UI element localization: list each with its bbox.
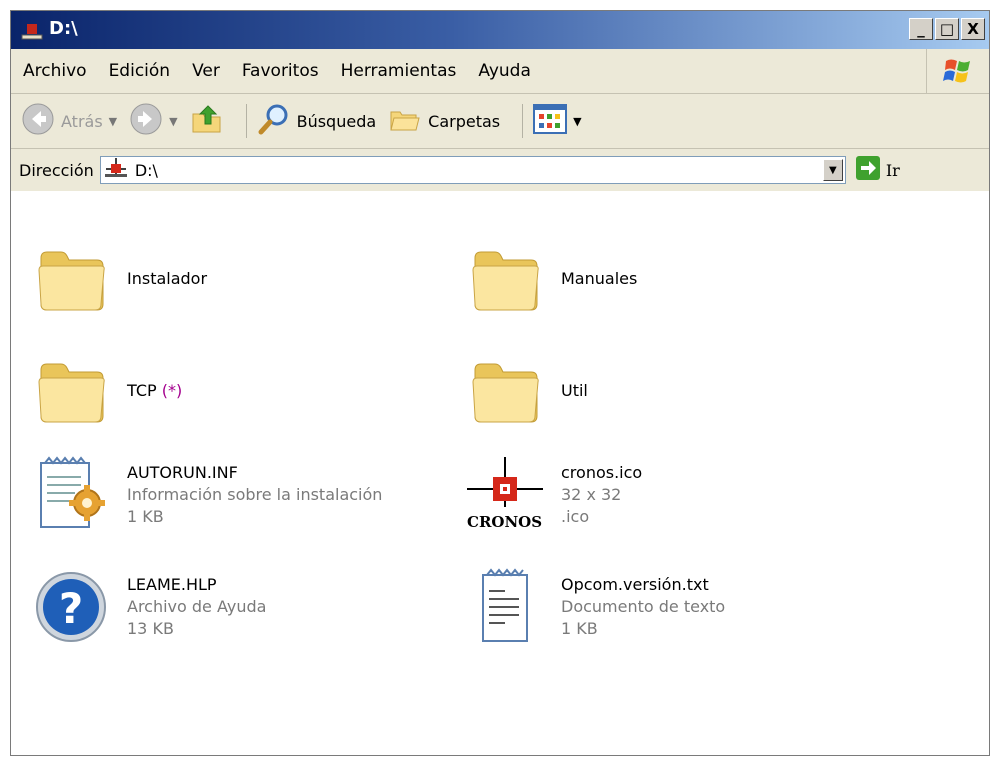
item-name: Instalador [127, 269, 208, 288]
item-name: AUTORUN.INF [127, 463, 238, 482]
menu-ver[interactable]: Ver [192, 61, 220, 81]
search-icon [257, 102, 291, 140]
list-item[interactable]: ? LEAME.HLP Archivo de Ayuda 13 KB [31, 567, 266, 647]
folder-icon [31, 351, 111, 431]
toolbar: Atrás ▼ ▼ Búsqueda Carpetas ▼ [11, 94, 989, 149]
item-name: TCP [127, 381, 157, 400]
back-arrow-icon [21, 102, 55, 140]
minimize-button[interactable]: _ [909, 18, 933, 40]
go-button[interactable]: Ir [855, 156, 900, 184]
list-item[interactable]: Instalador [31, 239, 207, 319]
cronos-wordmark: CRONOS [467, 513, 542, 531]
menu-herramientas[interactable]: Herramientas [341, 61, 457, 81]
menu-archivo[interactable]: Archivo [23, 61, 87, 81]
back-label: Atrás [61, 111, 103, 131]
menu-ayuda[interactable]: Ayuda [478, 61, 531, 81]
title-bar[interactable]: D:\ _ □ X [11, 11, 989, 49]
item-name: Opcom.versión.txt [561, 575, 709, 594]
go-label: Ir [885, 160, 900, 180]
list-item[interactable]: CRONOS cronos.ico 32 x 32 .ico [465, 455, 642, 535]
toolbar-separator [522, 104, 524, 138]
forward-arrow-icon [129, 102, 163, 140]
up-folder-button[interactable] [190, 102, 224, 140]
item-type: .ico [561, 507, 590, 526]
windows-logo-icon [926, 49, 989, 93]
address-input[interactable]: D:\ ▼ [99, 156, 846, 184]
list-item[interactable]: AUTORUN.INF Información sobre la instala… [31, 455, 382, 535]
forward-dropdown-icon[interactable]: ▼ [169, 115, 177, 128]
close-button[interactable]: X [961, 18, 985, 40]
item-dimensions: 32 x 32 [561, 485, 622, 504]
drive-icon [104, 158, 127, 182]
list-item[interactable]: Opcom.versión.txt Documento de texto 1 K… [465, 567, 725, 647]
item-size: 1 KB [127, 507, 164, 526]
settings-file-icon [31, 455, 111, 535]
window-title: D:\ [49, 18, 78, 39]
views-dropdown-icon[interactable]: ▼ [573, 115, 581, 128]
item-name: Util [561, 381, 588, 400]
item-type: Información sobre la instalación [127, 485, 383, 504]
item-size: 1 KB [561, 619, 598, 638]
svg-text:?: ? [59, 584, 83, 633]
folder-icon [31, 239, 111, 319]
back-button[interactable]: Atrás ▼ [21, 102, 117, 140]
folder-icon [465, 239, 545, 319]
search-label: Búsqueda [296, 111, 377, 131]
menu-favoritos[interactable]: Favoritos [242, 61, 319, 81]
item-note-marker: (*) [161, 381, 183, 400]
item-name: LEAME.HLP [127, 575, 217, 594]
folders-icon [388, 102, 422, 140]
item-type: Documento de texto [561, 597, 726, 616]
go-arrow-icon [855, 156, 880, 184]
explorer-window: D:\ _ □ X Archivo Edición Ver Favoritos … [10, 10, 990, 756]
cronos-logo-icon: CRONOS [465, 455, 545, 535]
views-grid-icon [533, 104, 568, 138]
item-name: Manuales [561, 269, 638, 288]
menu-bar: Archivo Edición Ver Favoritos Herramient… [11, 49, 989, 94]
list-item[interactable]: Util [465, 351, 588, 431]
address-label: Dirección [19, 160, 94, 180]
help-icon: ? [31, 567, 111, 647]
address-path: D:\ [134, 160, 158, 180]
item-name: cronos.ico [561, 463, 643, 482]
folders-button[interactable]: Carpetas [388, 102, 500, 140]
views-button[interactable]: ▼ [533, 104, 582, 138]
list-item[interactable]: Manuales [465, 239, 637, 319]
item-type: Archivo de Ayuda [127, 597, 267, 616]
menu-edicion[interactable]: Edición [109, 61, 171, 81]
file-list: Instalador Manuales TCP (*) Util AUTORUN… [11, 191, 989, 755]
list-item[interactable]: TCP (*) [31, 351, 182, 431]
drive-icon [21, 22, 43, 40]
address-bar: Dirección D:\ ▼ Ir [11, 149, 989, 192]
address-dropdown-icon[interactable]: ▼ [822, 159, 843, 181]
search-button[interactable]: Búsqueda [257, 102, 377, 140]
folder-icon [465, 351, 545, 431]
back-dropdown-icon[interactable]: ▼ [109, 115, 117, 128]
up-folder-icon [190, 102, 224, 140]
folders-label: Carpetas [428, 111, 501, 131]
text-file-icon [465, 567, 545, 647]
forward-button[interactable]: ▼ [129, 102, 178, 140]
toolbar-separator [245, 104, 247, 138]
maximize-button[interactable]: □ [935, 18, 959, 40]
item-size: 13 KB [127, 619, 174, 638]
